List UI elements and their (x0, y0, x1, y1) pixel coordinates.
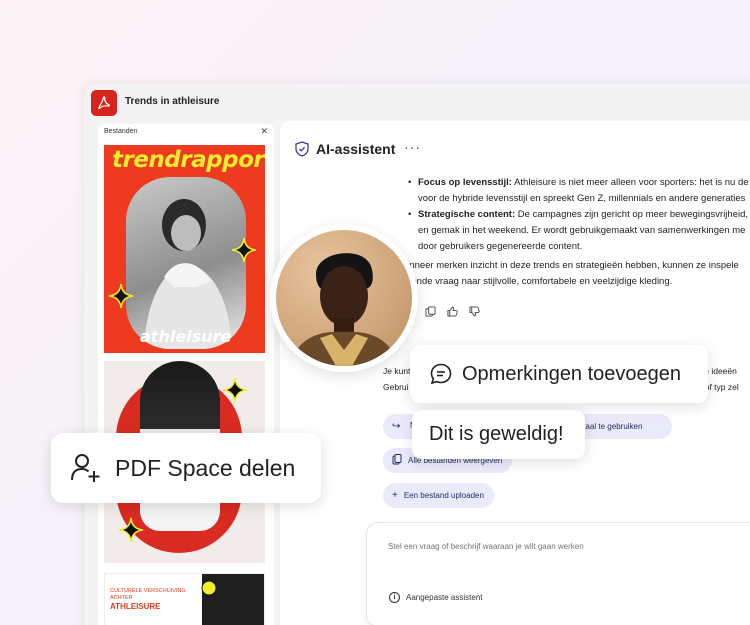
file-thumbnail-culture[interactable]: CULTURELE VERSCHUIVING ACHTER ATHLEISURE (104, 573, 265, 625)
add-user-icon (71, 454, 100, 482)
assistant-answer: Focus op levensstijl: Athleisure is niet… (404, 175, 750, 290)
button-label: PDF Space delen (115, 454, 296, 481)
sparkle-icon (222, 377, 248, 403)
bullet-text: De campagnes zijn gericht op meer bewegi… (515, 209, 749, 220)
add-comments-button[interactable]: Opmerkingen toevoegen (410, 345, 708, 403)
prompt-input[interactable] (388, 542, 750, 551)
flower-icon (201, 580, 217, 596)
answer-paragraph: anneer merken inzicht in deze trends en … (404, 260, 739, 271)
comment-bubble: Dit is geweldig! (412, 410, 585, 459)
bullet-text: door gebruikers gegenereerde content. (418, 241, 583, 252)
files-icon (392, 453, 402, 468)
thumbnail-title: ATHLEISURE (110, 602, 161, 611)
thumbnail-kicker: CULTURELE VERSCHUIVING ACHTER (110, 588, 186, 601)
panel-title: AI-assistent (316, 141, 396, 157)
thumbnail-subtitle: athleisure (140, 327, 232, 346)
intro-text: Je kunt (383, 366, 411, 376)
bullet-label: Strategische content: (418, 209, 516, 220)
files-panel-title: Bestanden (104, 128, 138, 135)
collaborator-avatar (270, 224, 418, 372)
custom-assistant-selector[interactable]: i Aangepaste assistent (389, 592, 483, 603)
thumbs-down-icon[interactable] (469, 306, 480, 317)
more-icon[interactable]: ··· (404, 139, 421, 155)
info-icon: i (389, 592, 400, 603)
bullet-label: Focus op levensstijl: (418, 177, 512, 188)
shield-icon (295, 141, 309, 157)
bullet-text: en gemak in het weekend. Er wordt gebrui… (418, 225, 746, 236)
thumbnail-title: trendrapport (112, 147, 265, 173)
assistant-label: Aangepaste assistent (406, 593, 483, 602)
answer-paragraph: eiende vraag naar stijlvolle, comfortabe… (404, 276, 673, 287)
bullet-text: Athleisure is niet meer alleen voor spor… (511, 177, 749, 188)
comment-icon (430, 363, 452, 385)
prompt-composer: i Aangepaste assistent (366, 522, 750, 625)
acrobat-logo-icon[interactable] (91, 90, 117, 116)
bullet-text: voor de hybride levensstijl en spreekt G… (418, 193, 746, 204)
thumbnail-photo (126, 177, 246, 349)
sparkle-icon (118, 517, 144, 543)
upload-file-chip[interactable]: + Een bestand uploaden (383, 483, 494, 508)
share-pdf-space-button[interactable]: PDF Space delen (51, 433, 321, 503)
copy-icon[interactable] (425, 306, 436, 317)
intro-text: Gebrui (383, 382, 409, 392)
plus-icon: + (392, 490, 398, 501)
comment-text: Dit is geweldig! (429, 423, 564, 445)
close-icon[interactable]: ✕ (260, 126, 268, 137)
file-thumbnail-trendrapport[interactable]: trendrapport athleisure (104, 145, 265, 353)
title-bar: Trends in athleisure (84, 84, 750, 124)
thumbs-up-icon[interactable] (447, 306, 458, 317)
sparkle-icon (108, 283, 134, 309)
reply-arrow-icon: ↪ (392, 421, 401, 432)
feedback-bar (425, 306, 480, 317)
button-label: Opmerkingen toevoegen (462, 362, 682, 385)
document-title: Trends in athleisure (125, 96, 220, 107)
chip-label: Een bestand uploaden (403, 491, 484, 500)
sparkle-icon (231, 237, 257, 263)
files-panel: Bestanden ✕ trendrapport athleisure CULT… (98, 124, 274, 625)
avatar-photo (276, 230, 412, 366)
